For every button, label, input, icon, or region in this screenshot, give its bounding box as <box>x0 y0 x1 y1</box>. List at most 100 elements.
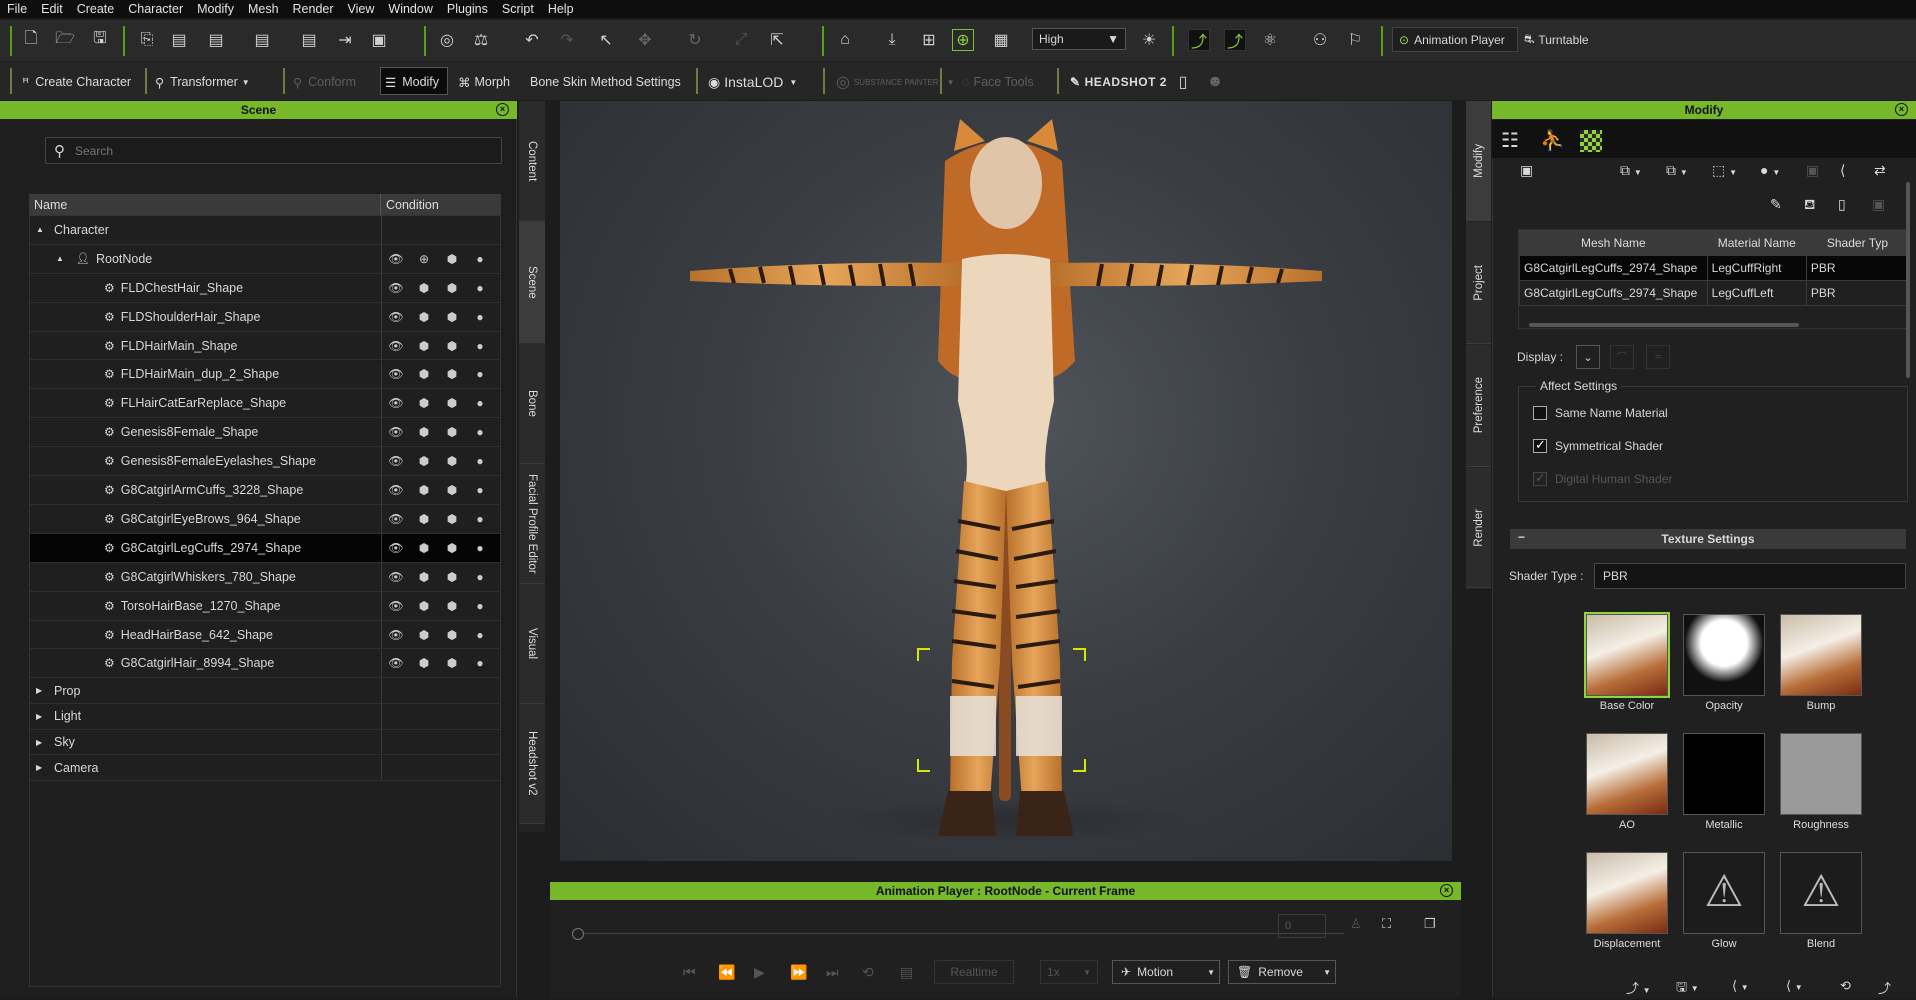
skip-end-icon[interactable]: ⏭ <box>826 964 839 981</box>
tab-headshot-v2[interactable]: Headshot v2 <box>519 704 545 824</box>
texture-slot-blend[interactable]: ⚠ Blend <box>1780 852 1862 950</box>
texture-settings-header[interactable]: − Texture Settings <box>1510 529 1906 549</box>
light-bulb-icon[interactable]: ● <box>466 570 494 584</box>
load-texture-icon[interactable]: ⤴ ▼ <box>1626 978 1651 997</box>
tree-row[interactable]: ▲ 👤︎ RootNode 👁︎ ⊕ ⬢ ● <box>30 244 500 274</box>
material-checker-icon[interactable] <box>1580 130 1602 152</box>
col-condition-header[interactable]: Condition <box>380 194 501 215</box>
texture-slot-roughness[interactable]: Roughness <box>1780 733 1862 831</box>
morph-button[interactable]: ⌘ Morph <box>458 72 510 92</box>
menu-render[interactable]: Render <box>286 2 341 16</box>
eye-icon[interactable]: 👁︎ <box>382 367 410 381</box>
tab-modify[interactable]: Modify <box>1466 101 1491 221</box>
cube-icon[interactable]: ⬢ <box>410 281 438 295</box>
cube-icon[interactable]: ⬢ <box>410 339 438 353</box>
light-bulb-icon[interactable]: ● <box>466 281 494 295</box>
sphere-icon[interactable]: ● ▼ <box>1760 162 1780 178</box>
mask-icon[interactable]: ☻ <box>1204 71 1226 93</box>
menu-help[interactable]: Help <box>541 2 581 16</box>
paste-icon[interactable]: ⧉ ▼ <box>1666 162 1688 179</box>
move-icon[interactable]: ✥ <box>634 29 656 51</box>
menu-edit[interactable]: Edit <box>34 2 70 16</box>
lock-icon[interactable]: ⊕ <box>410 252 438 266</box>
home-camera-icon[interactable]: ⌂ <box>834 29 856 51</box>
export-icon[interactable]: ⇥ <box>334 29 356 51</box>
eye-icon[interactable]: 👁︎ <box>382 570 410 584</box>
disabled-icon[interactable]: ▣ <box>1872 196 1885 213</box>
cube-icon[interactable]: ⬢ <box>438 628 466 642</box>
cube-icon[interactable]: ⬢ <box>438 599 466 613</box>
menu-script[interactable]: Script <box>495 2 541 16</box>
frame-input[interactable]: 0 <box>1278 914 1326 938</box>
vertical-scrollbar[interactable] <box>1906 182 1910 378</box>
timeline-slider-handle[interactable] <box>572 928 584 940</box>
tree-row[interactable]: ⚙ FLHairCatEarReplace_Shape 👁︎ ⬢ ⬢ ● <box>30 389 500 419</box>
import-icon[interactable]: ⎘ <box>136 29 158 51</box>
cube-icon[interactable]: ⬢ <box>410 454 438 468</box>
light-bulb-icon[interactable]: ● <box>466 310 494 324</box>
texture-thumbnail[interactable] <box>1586 733 1668 815</box>
walk-icon[interactable]: ♙ <box>1350 916 1362 932</box>
expand-open-icon[interactable]: ▲ <box>56 254 70 263</box>
cube-icon[interactable]: ⬢ <box>438 454 466 468</box>
share2-texture-icon[interactable]: ⟨ ▼ <box>1786 978 1803 994</box>
menu-view[interactable]: View <box>341 2 382 16</box>
light-icon[interactable]: ☀ <box>1138 29 1160 51</box>
eye-icon[interactable]: 👁︎ <box>382 339 410 353</box>
scale-tool-icon[interactable]: ⤢ <box>730 29 752 51</box>
menu-create[interactable]: Create <box>70 2 122 16</box>
tab-visual[interactable]: Visual <box>519 584 545 704</box>
cube-icon[interactable]: ⬢ <box>438 570 466 584</box>
eye-icon[interactable]: 👁︎ <box>382 628 410 642</box>
cube-icon[interactable]: ⬢ <box>438 339 466 353</box>
shader-type-dropdown[interactable]: PBR <box>1594 563 1906 589</box>
cube-icon[interactable]: ⬢ <box>410 599 438 613</box>
eyedropper-icon[interactable]: ✎ <box>1770 196 1782 213</box>
tree-row[interactable]: ▶ Sky <box>30 729 500 756</box>
expand-closed-icon[interactable]: ▶ <box>36 738 50 747</box>
eye-icon[interactable]: 👁︎ <box>382 454 410 468</box>
eye-icon[interactable]: 👁︎ <box>382 425 410 439</box>
menu-mesh[interactable]: Mesh <box>241 2 286 16</box>
light-bulb-icon[interactable]: ● <box>466 656 494 670</box>
eye-icon[interactable]: 👁︎ <box>382 483 410 497</box>
expand-closed-icon[interactable]: ▶ <box>36 686 50 695</box>
scale-icon[interactable]: ⚖ <box>470 29 492 51</box>
tree-row[interactable]: ▶ Light <box>30 704 500 730</box>
texture-slot-opacity[interactable]: Opacity <box>1683 614 1765 712</box>
paint-icon[interactable]: ⛾ <box>1804 196 1815 215</box>
table-row[interactable]: G8CatgirlLegCuffs_2974_Shape LegCuffLeft… <box>1519 280 1909 306</box>
disabled-icon[interactable]: ▣ <box>1806 162 1819 179</box>
cube-icon[interactable]: ⬢ <box>410 483 438 497</box>
pose-icon[interactable]: ⛹ <box>1540 128 1565 153</box>
light-bulb-icon[interactable]: ● <box>466 628 494 642</box>
skip-start-icon[interactable]: ⏮ <box>683 964 696 981</box>
texture-thumbnail[interactable] <box>1780 614 1862 696</box>
col-material-name[interactable]: Material Name <box>1706 230 1807 256</box>
expand-closed-icon[interactable]: ▶ <box>36 712 50 721</box>
share-texture-icon[interactable]: ⟨ ▼ <box>1732 978 1749 994</box>
menu-file[interactable]: File <box>0 2 34 16</box>
tree-row[interactable]: ⚙ FLDChestHair_Shape 👁︎ ⬢ ⬢ ● <box>30 273 500 303</box>
frame-icon[interactable]: ⊞ <box>918 29 940 51</box>
tree-row[interactable]: ⚙ G8CatgirlHair_8994_Shape 👁︎ ⬢ ⬢ ● <box>30 649 500 679</box>
eye-icon[interactable]: 👁︎ <box>382 310 410 324</box>
export-obj-icon[interactable]: ▤ <box>205 29 227 51</box>
texture-thumbnail[interactable]: ⚠ <box>1780 852 1862 934</box>
same-name-material-checkbox[interactable]: Same Name Material <box>1533 406 1668 420</box>
cube-icon[interactable]: ⬢ <box>438 483 466 497</box>
document-icon[interactable]: ▯ <box>1838 196 1846 213</box>
menu-window[interactable]: Window <box>381 2 439 16</box>
cube-icon[interactable]: ⬢ <box>438 541 466 555</box>
texture-thumbnail[interactable] <box>1780 733 1862 815</box>
tab-scene[interactable]: Scene <box>519 222 545 343</box>
cube-icon[interactable]: ⬢ <box>410 570 438 584</box>
animation-player-button[interactable]: ⊙ Animation Player <box>1392 27 1518 52</box>
rotate-icon[interactable]: ↻ <box>684 29 706 51</box>
texture-thumbnail[interactable] <box>1586 852 1668 934</box>
select-arrow-icon[interactable]: ↖ <box>595 29 617 51</box>
tab-render[interactable]: Render <box>1466 468 1491 588</box>
tab-facial-profile-editor[interactable]: Facial Profile Editor <box>519 464 545 584</box>
light-bulb-icon[interactable]: ● <box>466 367 494 381</box>
light-bulb-icon[interactable]: ● <box>466 512 494 526</box>
